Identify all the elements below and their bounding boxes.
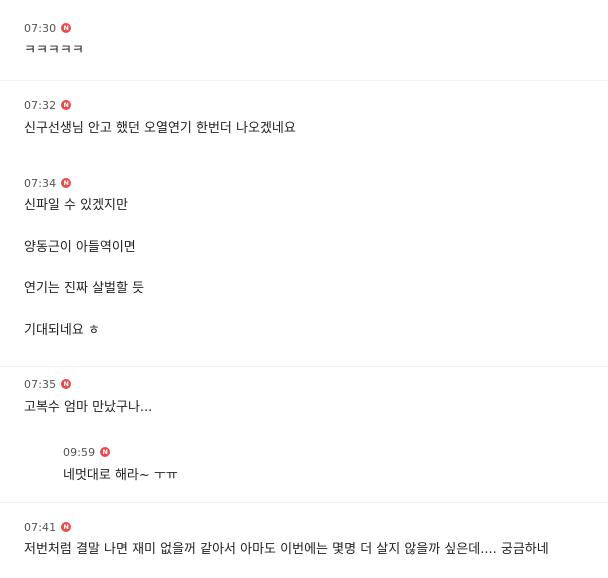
- comment-time: 07:30: [24, 21, 57, 35]
- new-badge-icon: N: [61, 100, 72, 110]
- new-badge-icon: N: [61, 178, 72, 188]
- comment-text: 저번처럼 결말 나면 재미 없을꺼 같아서 아마도 이번에는 몇명 더 살지 않…: [24, 542, 549, 557]
- comment-meta: 07:32 N: [24, 98, 72, 112]
- comment-meta: 07:41 N: [24, 520, 72, 534]
- comment-meta: 07:35 N: [24, 377, 72, 391]
- comment-time: 07:35: [24, 377, 57, 391]
- comment-time: 07:34: [24, 176, 57, 190]
- comment: 07:41 N 저번처럼 결말 나면 재미 없을꺼 같아서 아마도 이번에는 몇…: [0, 502, 608, 578]
- new-badge-icon: N: [61, 23, 72, 33]
- new-badge-icon: N: [100, 447, 111, 457]
- reply-text: 네멋대로 해라~ ㅜㅠ: [63, 468, 178, 483]
- comment: 07:35 N 고복수 엄마 만났구나... 09:59 N 네멋대로 해라~ …: [0, 366, 608, 503]
- comment-text: 양동근이 아들역이면: [24, 240, 136, 255]
- comment-time: 07:41: [24, 520, 57, 534]
- comment: 07:32 N 신구선생님 안고 했던 오열연기 한번더 나오겠네요: [0, 80, 608, 160]
- comment: 07:34 N 신파일 수 있겠지만 양동근이 아들역이면 연기는 진짜 살벌할…: [0, 160, 608, 367]
- reply-meta: 09:59 N: [63, 445, 111, 459]
- comment-text: 기대되네요 ㅎ: [24, 323, 100, 338]
- comment-meta: 07:34 N: [24, 176, 72, 190]
- comment: 07:30 N ㅋㅋㅋㅋㅋ: [0, 0, 608, 81]
- comment-text: 연기는 진짜 살벌할 듯: [24, 281, 145, 296]
- comment-text: ㅋㅋㅋㅋㅋ: [24, 43, 84, 58]
- comment-meta: 07:30 N: [24, 21, 72, 35]
- new-badge-icon: N: [61, 522, 72, 532]
- comment-text: 신구선생님 안고 했던 오열연기 한번더 나오겠네요: [24, 121, 296, 136]
- comment-time: 07:32: [24, 98, 57, 112]
- comment-text: 고복수 엄마 만났구나...: [24, 400, 153, 415]
- new-badge-icon: N: [61, 379, 72, 389]
- reply-time: 09:59: [63, 445, 96, 459]
- comment-text: 신파일 수 있겠지만: [24, 198, 128, 213]
